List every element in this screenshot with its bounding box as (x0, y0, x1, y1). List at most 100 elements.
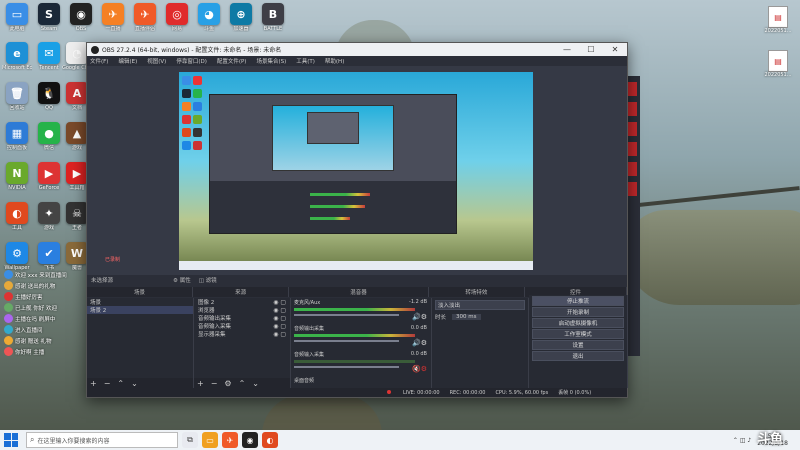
desktop-shortcut[interactable]: ◕ 斗鱼 (194, 3, 224, 32)
start-recording-button[interactable]: 开始录制 (532, 307, 624, 317)
stop-streaming-button[interactable]: 停止推流 (532, 296, 624, 306)
avatar (4, 325, 13, 334)
desktop-shortcut[interactable]: ✈ 一直播 (98, 3, 128, 32)
volume-meter (294, 334, 415, 337)
menu-edit[interactable]: 编辑(E) (118, 57, 137, 65)
menu-scene-collection[interactable]: 场景集合(S) (256, 57, 286, 65)
chat-text: 感谢 送出的礼物 (15, 283, 56, 290)
eye-icon[interactable]: ◉ ▢ (273, 331, 286, 338)
obs-taskbar-icon[interactable]: ◉ (242, 432, 258, 448)
eye-icon[interactable]: ◉ ▢ (273, 315, 286, 322)
virtual-camera-button[interactable]: 启动虚拟摄像机 (532, 318, 624, 328)
feishu-icon: ✔ (38, 242, 60, 264)
move-up-icon[interactable]: ⌃ (117, 379, 124, 388)
source-item[interactable]: 图像 2 ◉ ▢ (194, 298, 290, 307)
desktop-shortcut[interactable]: ▭ 此电脑 (2, 3, 32, 32)
transitions-panel[interactable]: 淡入淡出 时长 300 ms (432, 298, 529, 388)
volume-slider[interactable] (294, 340, 399, 342)
add-scene-button[interactable]: + (90, 379, 97, 388)
eye-icon[interactable]: ◉ ▢ (273, 307, 286, 314)
avatar (4, 347, 13, 356)
speaker-gear-icon[interactable]: 🔊⚙ (412, 313, 427, 321)
controls-panel[interactable]: 停止推流 开始录制 启动虚拟摄像机 工作室模式 设置 退出 (529, 295, 628, 388)
desktop-shortcut[interactable]: 🐧 QQ (34, 82, 64, 111)
desktop-shortcut[interactable]: ⚙ Wallpaper (2, 242, 32, 271)
chat-message: 你好啊 主播 (4, 347, 124, 356)
source-item[interactable]: 音频输入采集 ◉ ▢ (194, 322, 290, 331)
desktop-shortcut[interactable]: ✔ 飞书 (34, 242, 64, 271)
sources-panel[interactable]: 图像 2 ◉ ▢ 浏览器 ◉ ▢ 音频输出采集 ◉ ▢ 音频输入采集 ◉ ▢ 显示器采集… (194, 298, 291, 388)
mixer-panel[interactable]: 麦克风/Aux -1.2 dB 🔊⚙ 音频输出采集 0.0 dB 🔊⚙ 音频输入… (291, 298, 432, 388)
maximize-button[interactable]: ☐ (579, 45, 603, 54)
douyu-watermark: 斗鱼 (757, 432, 784, 447)
shortcut-label: GeForce (38, 185, 60, 191)
desktop-shortcut[interactable]: B BATTLE (258, 3, 288, 32)
volume-meter (294, 360, 415, 363)
close-button[interactable]: ✕ (603, 45, 627, 54)
windows-start-icon[interactable] (4, 433, 18, 447)
desktop-shortcut[interactable]: N NVIDIA (2, 162, 32, 191)
source-settings-icon[interactable]: ⚙ (224, 379, 231, 388)
desktop-shortcut[interactable]: 🗑 回收站 (2, 82, 32, 111)
move-up-icon[interactable]: ⌃ (239, 379, 246, 388)
remove-source-button[interactable]: − (211, 379, 218, 388)
shortcut-label: Tencent (39, 65, 59, 71)
desktop-shortcut[interactable]: ✉ Tencent (34, 42, 64, 71)
source-item[interactable]: 音频输出采集 ◉ ▢ (194, 314, 290, 323)
desktop-file[interactable]: ▤ 2022051... (758, 50, 798, 78)
desktop-shortcut[interactable]: ◎ 网易 (162, 3, 192, 32)
desktop-shortcut[interactable]: eMicrosoft Edge (2, 42, 32, 71)
menu-file[interactable]: 文件(F) (90, 57, 108, 65)
move-down-icon[interactable]: ⌄ (131, 379, 138, 388)
minimize-button[interactable]: — (555, 45, 579, 54)
remove-scene-button[interactable]: − (104, 379, 111, 388)
menu-tools[interactable]: 工具(T) (296, 57, 315, 65)
desktop-shortcut[interactable]: ▶ GeForce (34, 162, 64, 191)
speaker-gear-icon[interactable]: 🔊⚙ (412, 339, 427, 347)
volume-slider[interactable] (294, 366, 399, 368)
desktop-shortcut[interactable]: ◉ OBS (66, 3, 96, 32)
desktop-shortcut[interactable]: ◐ 工具 (2, 202, 32, 231)
search-box[interactable]: ⌕ 在这里输入你要搜索的内容 (26, 432, 178, 448)
title-bar[interactable]: OBS 27.2.4 (64-bit, windows) - 配置文件: 未命名… (87, 43, 627, 56)
live-time: LIVE: 00:00:00 (403, 389, 440, 396)
source-toolbar: 未选择源 ⚙ 属性 ◫ 滤镜 (87, 275, 627, 285)
preview-canvas[interactable] (179, 72, 533, 270)
live-app-icon[interactable]: ✈ (222, 432, 238, 448)
desktop-shortcut[interactable]: ✦ 游戏 (34, 202, 64, 231)
source-item[interactable]: 浏览器 ◉ ▢ (194, 306, 290, 315)
file-explorer-icon[interactable]: ▭ (202, 432, 218, 448)
menu-docks[interactable]: 停靠窗口(D) (176, 57, 207, 65)
tray-icons[interactable]: ⌃ ◫ ♪ (733, 437, 751, 444)
menu-help[interactable]: 帮助(H) (325, 57, 344, 65)
menu-view[interactable]: 视图(V) (147, 57, 166, 65)
desktop-shortcut[interactable]: ⊕ 加速器 (226, 3, 256, 32)
preview-area[interactable]: 已录制 (87, 66, 627, 277)
qq-icon: 🐧 (38, 82, 60, 104)
eye-icon[interactable]: ◉ ▢ (273, 323, 286, 330)
studio-mode-button[interactable]: 工作室模式 (532, 329, 624, 339)
filters-button[interactable]: ◫ 滤镜 (199, 276, 217, 284)
menu-profile[interactable]: 配置文件(P) (217, 57, 247, 65)
eye-icon[interactable]: ◉ ▢ (273, 299, 286, 306)
wallpaper-helicopter (625, 210, 800, 305)
duration-input[interactable]: 300 ms (452, 314, 481, 320)
muted-speaker-icon[interactable]: 🔇⚙ (412, 365, 427, 373)
desktop-shortcut[interactable]: ▦ 控制面板 (2, 122, 32, 151)
desktop-shortcut[interactable]: S Steam (34, 3, 64, 32)
exit-button[interactable]: 退出 (532, 351, 624, 361)
desktop-shortcut[interactable]: ✈ 直播伴侣 (130, 3, 160, 32)
properties-button[interactable]: ⚙ 属性 (173, 276, 191, 284)
settings-button[interactable]: 设置 (532, 340, 624, 350)
desktop-shortcut[interactable]: ● 微信 (34, 122, 64, 151)
task-view-icon[interactable]: ⧉ (182, 432, 198, 448)
add-source-button[interactable]: + (197, 379, 204, 388)
move-down-icon[interactable]: ⌄ (252, 379, 259, 388)
volume-slider[interactable] (294, 314, 399, 316)
source-item[interactable]: 显示器采集 ◉ ▢ (194, 330, 290, 339)
taskbar: ⌕ 在这里输入你要搜索的内容 ⧉ ▭ ✈ ◉ ◐ ⌃ ◫ ♪ 15:23 202… (0, 430, 800, 450)
app-taskbar-icon[interactable]: ◐ (262, 432, 278, 448)
obs-window[interactable]: OBS 27.2.4 (64-bit, windows) - 配置文件: 未命名… (86, 42, 628, 398)
desktop-file[interactable]: ▤ 2022051... (758, 6, 798, 34)
transition-select[interactable]: 淡入淡出 (435, 300, 525, 310)
